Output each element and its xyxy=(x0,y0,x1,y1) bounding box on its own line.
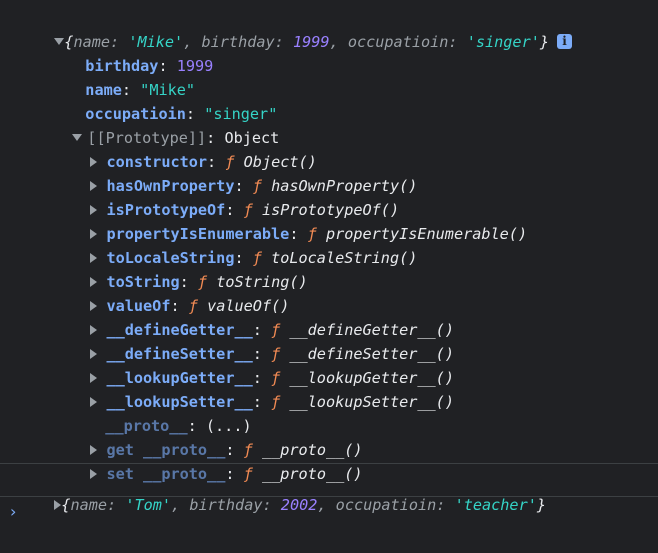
preview-key-occupation: occupatioin xyxy=(347,33,449,51)
preview-value-birthday: 1999 xyxy=(292,33,330,51)
proto-accessor-row[interactable]: __proto__: (...) xyxy=(87,390,251,435)
console-divider xyxy=(0,496,658,497)
info-icon[interactable]: i xyxy=(557,33,573,49)
object2-preview-row[interactable]: {name: 'Tom', birthday: 2002, occupatioi… xyxy=(36,469,546,514)
function-symbol: ƒ xyxy=(271,393,281,411)
collapse-triangle-icon[interactable] xyxy=(54,38,65,45)
method-row-tostring[interactable]: toString: ƒ toString() xyxy=(72,246,308,291)
method-fn: __lookupSetter__() xyxy=(289,393,454,411)
method-row-definegetter[interactable]: __defineGetter__: ƒ __defineGetter__() xyxy=(72,294,454,339)
property-row-birthday: birthday: 1999 xyxy=(85,57,214,75)
preview-key-occupation: occupatioin xyxy=(335,496,437,514)
console-divider xyxy=(0,463,658,464)
preview-value-name: 'Tom' xyxy=(125,496,172,514)
brace-close: } xyxy=(536,496,547,514)
method-row-hasownproperty[interactable]: hasOwnProperty: ƒ hasOwnProperty() xyxy=(72,150,417,195)
property-row-occupation: occupatioin: "singer" xyxy=(85,105,278,123)
setter-row[interactable]: set __proto__: ƒ __proto__() xyxy=(72,438,363,483)
property-row-name: name: "Mike" xyxy=(85,81,196,99)
method-row-constructor[interactable]: constructor: ƒ Object() xyxy=(72,126,317,171)
method-row-isprototypeof[interactable]: isPrototypeOf: ƒ isPrototypeOf() xyxy=(72,174,399,219)
prototype-row[interactable]: [[Prototype]]: Object xyxy=(54,102,279,147)
object1-preview-row[interactable]: {name: 'Mike', birthday: 1999, occupatio… xyxy=(36,6,573,51)
method-row-valueof[interactable]: valueOf: ƒ valueOf() xyxy=(72,270,289,315)
console-prompt-icon[interactable]: › xyxy=(10,502,16,521)
getter-row[interactable]: get __proto__: ƒ __proto__() xyxy=(72,414,363,459)
method-row-tolocalestring[interactable]: toLocaleString: ƒ toLocaleString() xyxy=(72,222,417,267)
method-row-lookupsetter[interactable]: __lookupSetter__: ƒ __lookupSetter__() xyxy=(72,366,454,411)
preview-value-birthday: 2002 xyxy=(280,496,318,514)
preview-value-occupation: 'teacher' xyxy=(454,496,537,514)
method-row-lookupgetter[interactable]: __lookupGetter__: ƒ __lookupGetter__() xyxy=(72,342,454,387)
preview-key-birthday: birthday xyxy=(189,496,263,514)
preview-value-occupation: 'singer' xyxy=(466,33,540,51)
method-row-propertyisenumerable[interactable]: propertyIsEnumerable: ƒ propertyIsEnumer… xyxy=(72,198,527,243)
preview-key-name: name xyxy=(70,496,108,514)
brace-close: } xyxy=(539,33,550,51)
method-row-definesetter[interactable]: __defineSetter__: ƒ __defineSetter__() xyxy=(72,318,454,363)
